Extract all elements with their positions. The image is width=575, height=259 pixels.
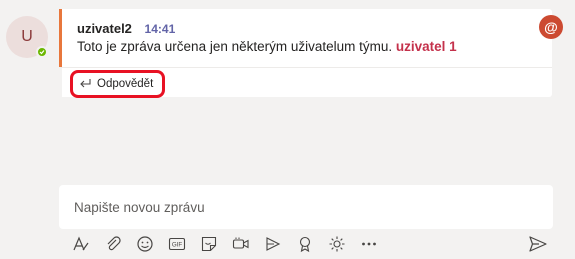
praise-icon[interactable] — [296, 234, 328, 254]
compose-input[interactable]: Napište novou zprávu — [59, 185, 553, 229]
more-options-icon[interactable] — [360, 234, 392, 254]
message-header: uzivatel2 14:41 — [77, 21, 175, 36]
compose-placeholder: Napište novou zprávu — [74, 199, 205, 215]
compose-toolbar: GIF — [72, 234, 392, 254]
sun-icon[interactable] — [328, 234, 360, 254]
reply-arrow-icon — [79, 77, 91, 92]
message-body: Toto je zpráva určena jen některým uživa… — [77, 39, 393, 54]
sticker-icon[interactable] — [200, 234, 232, 254]
send-icon[interactable] — [528, 234, 548, 254]
gif-icon[interactable]: GIF — [168, 234, 200, 254]
message-text: Toto je zpráva určena jen některým uživa… — [77, 39, 457, 54]
message-author: uzivatel2 — [77, 21, 132, 36]
message-card[interactable]: uzivatel2 14:41 Toto je zpráva určena je… — [59, 9, 552, 67]
message-time: 14:41 — [144, 22, 176, 36]
reply-label: Odpovědět — [97, 78, 154, 90]
presence-available-icon — [36, 46, 48, 58]
attach-icon[interactable] — [104, 234, 136, 254]
reply-button[interactable]: Odpovědět — [70, 70, 165, 98]
format-icon[interactable] — [72, 234, 104, 254]
emoji-icon[interactable] — [136, 234, 168, 254]
meet-now-icon[interactable] — [232, 234, 264, 254]
mention-icon: @ — [539, 15, 563, 39]
stream-icon[interactable] — [264, 234, 296, 254]
avatar-initial: U — [21, 28, 33, 45]
user-mention[interactable]: uzivatel 1 — [396, 39, 457, 54]
gif-icon-label: GIF — [172, 242, 183, 249]
